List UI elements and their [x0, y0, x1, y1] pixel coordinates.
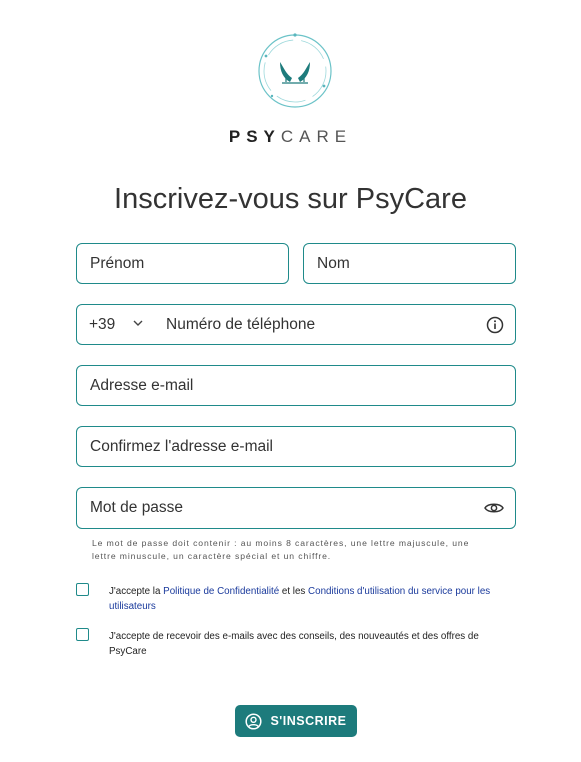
first-name-field[interactable] — [76, 243, 289, 284]
consent-marketing-row: J'accepte de recevoir des e-mails avec d… — [76, 628, 516, 660]
page-title: Inscrivez-vous sur PsyCare — [114, 183, 467, 215]
email-field[interactable] — [76, 365, 516, 406]
consent-privacy-text: J'accepte la Politique de Confidentialit… — [109, 584, 509, 614]
last-name-input[interactable] — [317, 244, 478, 283]
brand-part-psy: PSY — [228, 127, 281, 146]
eye-icon[interactable] — [483, 498, 505, 518]
password-hint: Le mot de passe doit contenir : au moins… — [92, 538, 470, 561]
consent-privacy-prefix: J'accepte la — [109, 586, 164, 597]
password-input[interactable] — [90, 488, 478, 528]
confirm-email-input[interactable] — [90, 427, 478, 466]
consent-privacy-row: J'accepte la Politique de Confidentialit… — [76, 583, 516, 615]
first-name-input[interactable] — [90, 244, 251, 283]
email-input[interactable] — [90, 366, 478, 405]
consent-marketing-text: J'accepte de recevoir des e-mails avec d… — [109, 631, 479, 657]
country-code-value: +39 — [89, 315, 116, 333]
phone-field[interactable]: +39 — [76, 304, 516, 345]
brand-part-care: CARE — [280, 127, 353, 146]
confirm-email-field[interactable] — [76, 426, 516, 467]
chevron-down-icon — [133, 319, 143, 330]
signup-button-label: S'INSCRIRE — [270, 714, 347, 728]
last-name-field[interactable] — [303, 243, 516, 284]
info-icon[interactable] — [485, 315, 505, 335]
psycare-logo — [258, 33, 332, 108]
user-circle-icon — [245, 712, 263, 730]
consent-privacy-middle: et les — [279, 586, 309, 597]
phone-input[interactable] — [166, 305, 466, 344]
privacy-policy-link[interactable]: Politique de Confidentialité — [163, 586, 279, 597]
country-code-select[interactable]: +39 — [89, 305, 143, 344]
signup-button[interactable]: S'INSCRIRE — [235, 705, 357, 737]
consent-privacy-checkbox[interactable] — [76, 583, 89, 596]
brand-wordmark: PSYCARE — [0, 127, 581, 147]
password-field[interactable] — [76, 487, 516, 529]
consent-marketing-checkbox[interactable] — [76, 628, 89, 641]
